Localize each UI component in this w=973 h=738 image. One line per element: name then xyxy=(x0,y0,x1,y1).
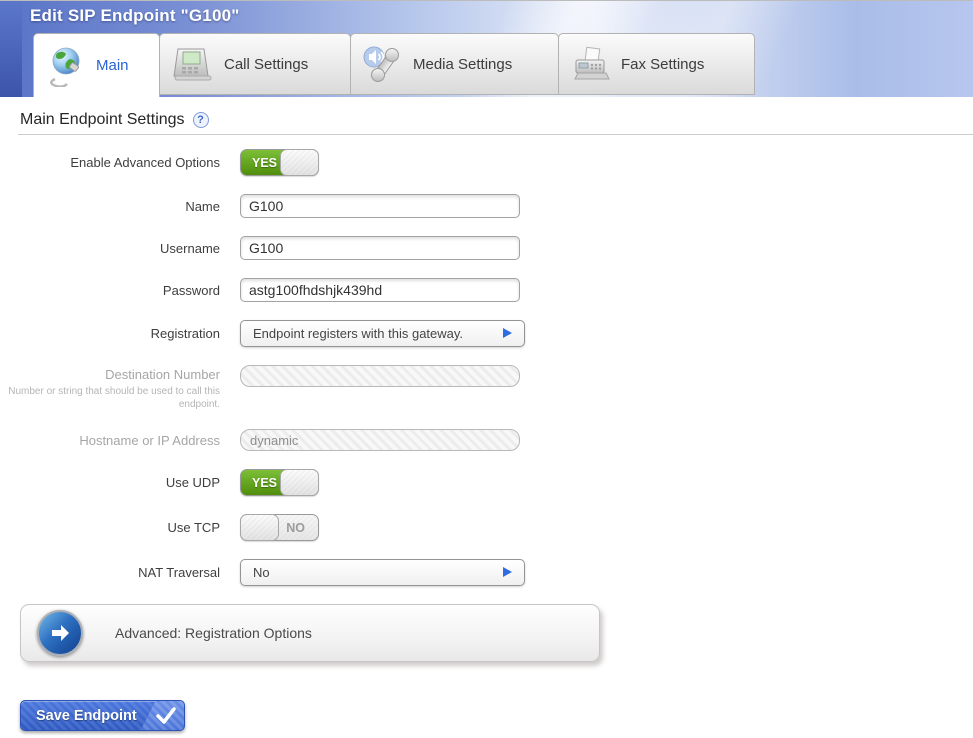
tab-fax-settings[interactable]: Fax Settings xyxy=(558,33,755,95)
destination-number-help-text: Number or string that should be used to … xyxy=(0,385,220,411)
endpoint-settings-form: Enable Advanced Options YES Name Usernam… xyxy=(0,149,973,586)
use-tcp-label: Use TCP xyxy=(0,520,240,535)
fax-icon xyxy=(569,44,611,84)
destination-number-input xyxy=(240,365,520,387)
tab-media-settings-label: Media Settings xyxy=(413,56,512,73)
use-tcp-toggle[interactable]: NO xyxy=(240,514,319,541)
use-tcp-row: Use TCP NO xyxy=(0,514,973,541)
use-udp-toggle[interactable]: YES xyxy=(240,469,319,496)
handset-icon xyxy=(361,44,403,84)
arrow-circle-icon xyxy=(37,610,83,656)
password-label: Password xyxy=(0,283,240,298)
enable-advanced-label: Enable Advanced Options xyxy=(0,155,240,170)
hostname-row: Hostname or IP Address xyxy=(0,429,973,451)
destination-number-label: Destination Number xyxy=(0,367,220,382)
username-input[interactable] xyxy=(240,236,520,260)
registration-dropdown-value: Endpoint registers with this gateway. xyxy=(253,326,463,341)
hostname-input xyxy=(240,429,520,451)
tab-fax-settings-label: Fax Settings xyxy=(621,56,704,73)
use-udp-label: Use UDP xyxy=(0,475,240,490)
name-row: Name xyxy=(0,194,973,218)
dialog-header: Edit SIP Endpoint "G100" Main xyxy=(0,0,973,97)
use-udp-row: Use UDP YES xyxy=(0,469,973,496)
tab-call-settings[interactable]: Call Settings xyxy=(159,33,351,95)
section-header: Main Endpoint Settings ? xyxy=(20,111,973,129)
hostname-label: Hostname or IP Address xyxy=(0,433,240,448)
advanced-registration-options-button[interactable]: Advanced: Registration Options xyxy=(20,604,600,662)
nat-traversal-dropdown-value: No xyxy=(253,565,270,580)
section-title: Main Endpoint Settings xyxy=(20,111,185,129)
nat-traversal-dropdown[interactable]: No xyxy=(240,559,525,586)
username-row: Username xyxy=(0,236,973,260)
toggle-on-text: YES xyxy=(252,156,277,170)
destination-number-label-block: Destination Number Number or string that… xyxy=(0,365,240,411)
registration-label: Registration xyxy=(0,326,240,341)
tab-bar: Main Call Settings xyxy=(34,33,755,97)
dropdown-arrow-icon xyxy=(503,328,512,338)
name-label: Name xyxy=(0,199,240,214)
globe-icon xyxy=(44,45,86,87)
toggle-knob xyxy=(240,514,279,541)
password-row: Password xyxy=(0,278,973,302)
save-endpoint-button[interactable]: Save Endpoint xyxy=(20,700,185,731)
nat-traversal-row: NAT Traversal No xyxy=(0,559,973,586)
enable-advanced-toggle[interactable]: YES xyxy=(240,149,319,176)
main-tab-panel: Main Endpoint Settings ? Enable Advanced… xyxy=(0,111,973,731)
dialog-title: Edit SIP Endpoint "G100" xyxy=(30,6,240,26)
registration-dropdown[interactable]: Endpoint registers with this gateway. xyxy=(240,320,525,347)
toggle-knob xyxy=(280,149,319,176)
tab-media-settings[interactable]: Media Settings xyxy=(350,33,559,95)
tab-main[interactable]: Main xyxy=(33,33,160,97)
dropdown-arrow-icon xyxy=(503,567,512,577)
toggle-on-text: YES xyxy=(252,476,277,490)
password-input[interactable] xyxy=(240,278,520,302)
advanced-panel-label: Advanced: Registration Options xyxy=(115,625,312,641)
save-endpoint-button-label: Save Endpoint xyxy=(36,708,137,724)
phone-icon xyxy=(170,44,214,84)
section-divider xyxy=(18,134,973,135)
header-left-stripe xyxy=(0,1,22,97)
registration-row: Registration Endpoint registers with thi… xyxy=(0,320,973,347)
nat-traversal-label: NAT Traversal xyxy=(0,565,240,580)
destination-number-row: Destination Number Number or string that… xyxy=(0,365,973,411)
tab-call-settings-label: Call Settings xyxy=(224,56,308,73)
checkmark-icon xyxy=(138,701,184,730)
enable-advanced-row: Enable Advanced Options YES xyxy=(0,149,973,176)
toggle-off-text: NO xyxy=(286,521,305,535)
help-icon[interactable]: ? xyxy=(193,112,209,128)
username-label: Username xyxy=(0,241,240,256)
name-input[interactable] xyxy=(240,194,520,218)
toggle-knob xyxy=(280,469,319,496)
tab-main-label: Main xyxy=(96,57,129,74)
